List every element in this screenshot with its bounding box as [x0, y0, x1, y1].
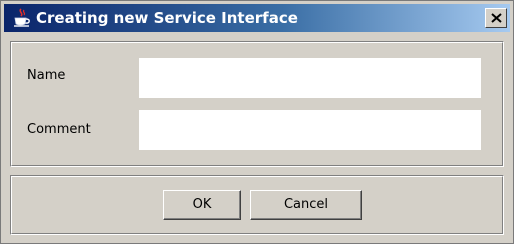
name-label: Name	[27, 68, 66, 83]
name-field[interactable]	[139, 58, 481, 98]
comment-field[interactable]	[139, 110, 481, 150]
close-button[interactable]	[485, 8, 507, 28]
ok-button[interactable]: OK	[163, 190, 241, 220]
button-panel: OK Cancel	[10, 175, 504, 235]
java-cup-icon	[12, 8, 32, 28]
form-panel: Name Comment	[10, 41, 504, 167]
cancel-button[interactable]: Cancel	[250, 190, 362, 220]
comment-label: Comment	[27, 122, 91, 137]
dialog-window: Creating new Service Interface Name Comm…	[0, 0, 514, 244]
dialog-title: Creating new Service Interface	[36, 9, 298, 27]
title-bar[interactable]: Creating new Service Interface	[4, 4, 510, 32]
